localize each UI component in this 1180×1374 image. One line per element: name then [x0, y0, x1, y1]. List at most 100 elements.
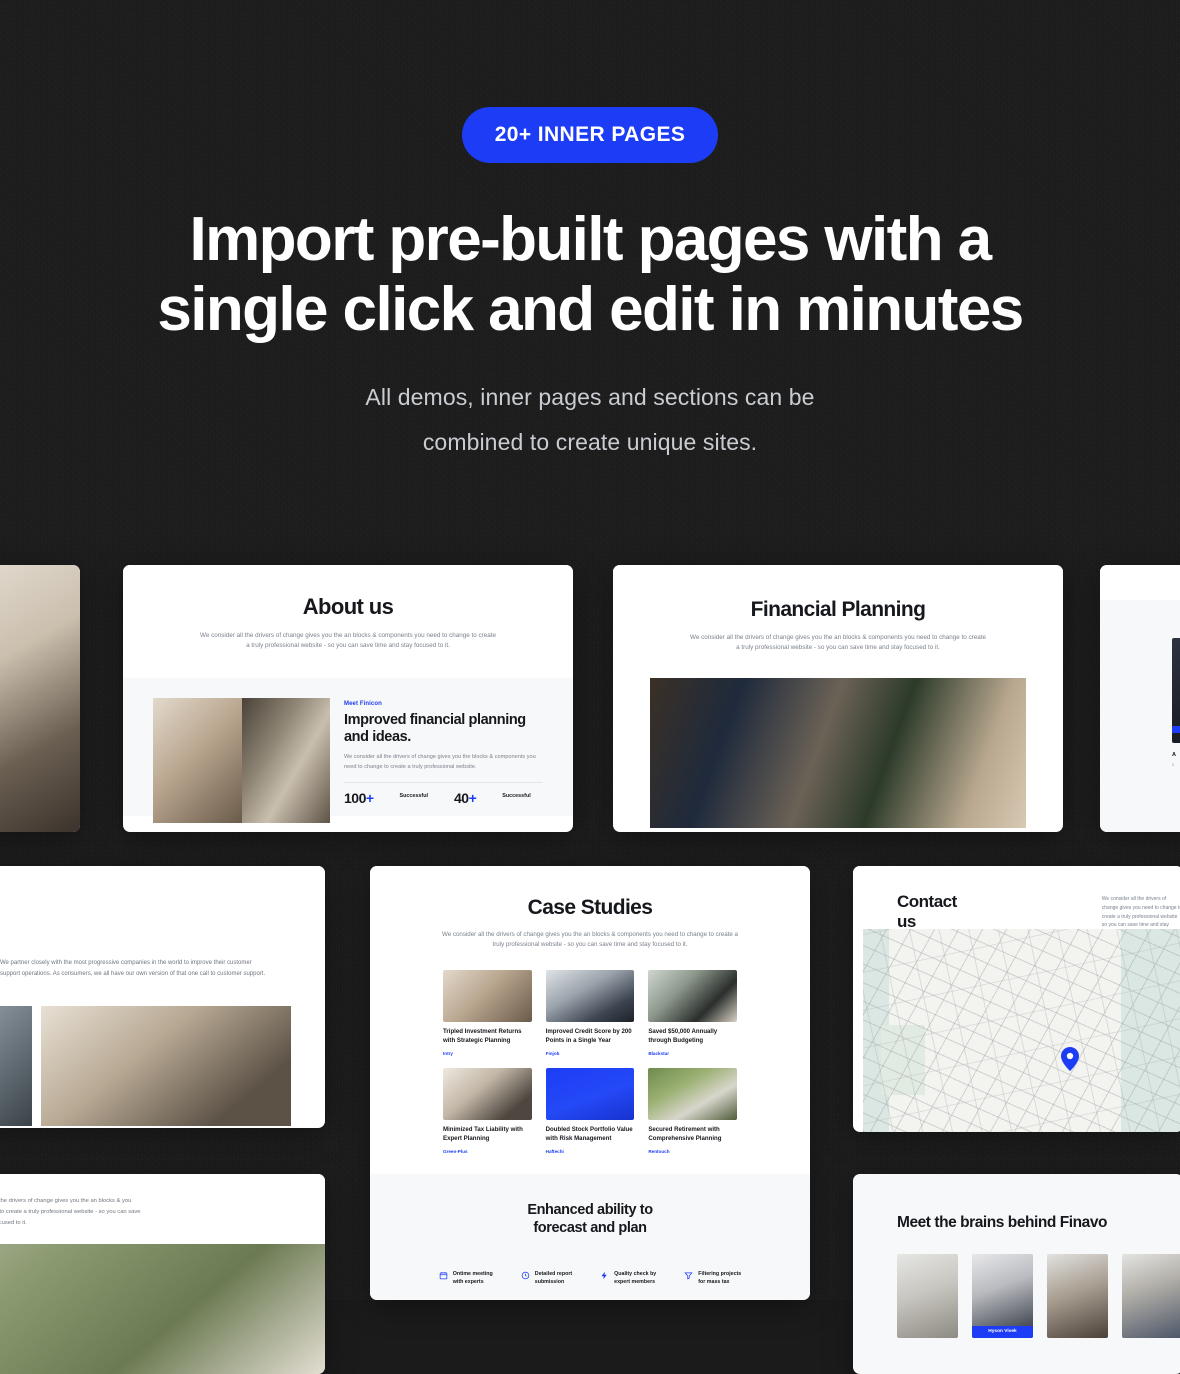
map-roads [863, 929, 1180, 1132]
stat-label: Successful [399, 792, 429, 799]
case-hero: Case Studies We consider all the drivers… [370, 866, 810, 971]
case-item-title: Secured Retirement with Comprehensive Pl… [648, 1126, 722, 1142]
case-study-item[interactable]: Saved $50,000 Annually through Budgeting… [648, 970, 737, 1056]
about-heading: Improved financial planning and ideas. [344, 711, 526, 745]
stat-number: 100 [344, 789, 366, 806]
case-photo [545, 970, 635, 1023]
case-subtitle: We consider all the drivers of change gi… [441, 931, 739, 949]
about-subtitle: We consider all the drivers of change gi… [199, 632, 496, 650]
bolt-icon [601, 1271, 607, 1280]
feature-item: Quality check by expert members [600, 1270, 656, 1287]
right-peek-body: A c [1100, 600, 1180, 832]
team-member[interactable]: Hyson Vivek [972, 1254, 1033, 1338]
stat-label: Successful [502, 792, 531, 799]
preview-card-left-peek[interactable] [0, 565, 80, 832]
headline-line-2: single click and edit in minutes [157, 275, 1024, 345]
case-feature-list: Ontime meeting with experts Detailed rep… [370, 1270, 810, 1287]
case-study-item[interactable]: Doubled Stock Portfolio Value with Risk … [545, 1068, 635, 1154]
inner-pages-badge[interactable]: 20+ INNER PAGES [461, 107, 719, 163]
stat-item: 40+ [454, 789, 477, 808]
preview-card-financial-planning[interactable]: Financial Planning We consider all the d… [613, 565, 1063, 832]
about-paragraph: We consider all the drivers of change gi… [344, 753, 536, 770]
about-stats: 100+ Successful 40+ Successful [344, 790, 543, 808]
about-title: About us [302, 594, 394, 619]
feature-label: Quality check by expert members [614, 1270, 657, 1286]
feature-item: Ontime meeting with experts [439, 1270, 493, 1287]
team-left-paragraph: We consider all the drivers of change gi… [0, 1198, 141, 1226]
brains-heading: Meet the brains behind Finavo [897, 1214, 1108, 1231]
case-study-item[interactable]: Tripled Investment Returns with Strategi… [443, 970, 532, 1056]
case-study-grid: Tripled Investment Returns with Strategi… [370, 970, 810, 1154]
financial-subtitle: We consider all the drivers of change gi… [689, 634, 986, 652]
future-hero: e of tion is here We partner closely wit… [0, 866, 325, 1006]
right-peek-accent-bar [1172, 726, 1180, 733]
about-divider [344, 781, 543, 783]
preview-card-right-peek[interactable]: A c [1100, 565, 1180, 832]
contact-title: Contact us [897, 892, 957, 931]
case-item-title: Minimized Tax Liability with Expert Plan… [443, 1126, 523, 1142]
right-peek-title: A [1172, 752, 1176, 758]
case-footer-heading-line-1: Enhanced ability to [527, 1201, 653, 1218]
case-footer-section: Enhanced ability to forecast and plan On… [370, 1173, 810, 1300]
team-left-hero: ream We consider all the drivers of chan… [0, 1174, 325, 1244]
about-hero: About us We consider all the drivers of … [123, 565, 573, 678]
feature-label: Filtering projects for mass tax [698, 1270, 742, 1286]
preview-card-team-left[interactable]: ream We consider all the drivers of chan… [0, 1174, 325, 1374]
financial-title: Financial Planning [750, 598, 926, 621]
team-member[interactable] [897, 1254, 958, 1338]
stat-plus: + [365, 789, 374, 806]
office-photo-2 [41, 1006, 291, 1126]
right-peek-hero [1100, 565, 1180, 600]
case-item-tag: Rentouch [648, 1148, 670, 1154]
preview-card-team-brains[interactable]: Meet the brains behind Finavo Hyson Vive… [853, 1174, 1180, 1374]
feature-item: Filtering projects for mass tax [684, 1270, 741, 1287]
case-title: Case Studies [527, 896, 653, 919]
team-member-name-badge: Hyson Vivek [972, 1326, 1033, 1338]
team-member[interactable] [1047, 1254, 1108, 1338]
page-title: Import pre-built pages with a single cli… [140, 205, 1040, 345]
feature-label: Ontime meeting with experts [452, 1270, 493, 1286]
case-item-tag: Blackstar [648, 1051, 670, 1057]
page-root: 20+ INNER PAGES Import pre-built pages w… [0, 0, 1180, 1374]
case-item-tag: Green-Plus [443, 1148, 468, 1154]
case-photo [648, 1068, 737, 1121]
team-left-photo [0, 1244, 325, 1374]
calendar-icon [439, 1272, 447, 1280]
hero-section: 20+ INNER PAGES Import pre-built pages w… [0, 0, 1180, 465]
stat-item: 100+ [344, 790, 374, 808]
stat-plus: + [468, 789, 477, 806]
case-study-item[interactable]: Improved Credit Score by 200 Points in a… [545, 970, 635, 1057]
future-heading: e of tion is here [0, 888, 325, 940]
case-footer-heading-line-2: forecast and plan [533, 1220, 647, 1237]
preview-card-about-us[interactable]: About us We consider all the drivers of … [123, 565, 573, 832]
preview-card-future[interactable]: e of tion is here We partner closely wit… [0, 866, 325, 1128]
case-item-title: Tripled Investment Returns with Strategi… [443, 1028, 522, 1045]
about-photos [153, 697, 330, 823]
future-paragraph: We partner closely with the most progres… [0, 959, 266, 978]
about-body: Meet Finicon Improved financial planning… [123, 677, 573, 823]
right-peek-paragraph: c [1172, 762, 1175, 767]
financial-meeting-photo [650, 677, 1026, 828]
portrait-photo [0, 565, 80, 832]
case-photo [648, 970, 737, 1023]
case-item-title: Improved Credit Score by 200 Points in a… [545, 1028, 632, 1045]
financial-hero: Financial Planning We consider all the d… [613, 565, 1063, 678]
template-preview-grid: About us We consider all the drivers of … [0, 565, 1180, 1374]
location-pin-icon[interactable] [1061, 1047, 1079, 1071]
preview-card-contact-us[interactable]: Contact us We consider all the drivers o… [853, 866, 1180, 1132]
case-item-tag: Finjob [545, 1051, 560, 1057]
case-study-item[interactable]: Minimized Tax Liability with Expert Plan… [443, 1068, 532, 1154]
future-photos [0, 1006, 325, 1126]
office-photo-1 [0, 1006, 32, 1126]
case-photo [443, 970, 532, 1023]
preview-card-case-studies[interactable]: Case Studies We consider all the drivers… [370, 866, 810, 1300]
case-photo [545, 1068, 635, 1121]
case-item-tag: Haftechi [545, 1148, 564, 1154]
brains-member-row: Hyson Vivek [853, 1232, 1180, 1338]
case-item-tag: Intry [443, 1051, 453, 1057]
contact-map[interactable] [863, 929, 1180, 1132]
team-member[interactable] [1122, 1254, 1180, 1338]
feature-item: Detailed report submission [521, 1270, 572, 1287]
page-subtitle: All demos, inner pages and sections can … [280, 375, 900, 465]
case-study-item[interactable]: Secured Retirement with Comprehensive Pl… [648, 1068, 737, 1154]
